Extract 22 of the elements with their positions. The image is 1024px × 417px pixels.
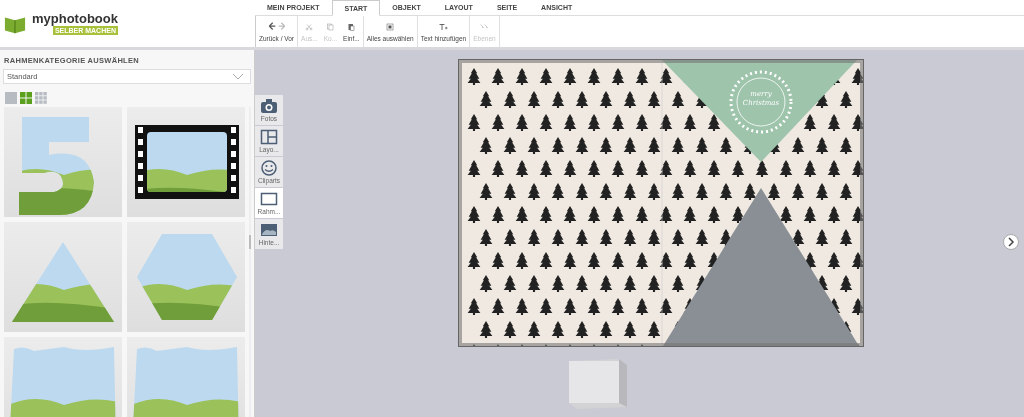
frame-thumbnail[interactable] (127, 107, 245, 217)
layout-icon (260, 129, 278, 145)
grid-size-button[interactable] (19, 91, 33, 105)
chevron-right-icon (1007, 237, 1015, 247)
frame-thumbnail[interactable] (4, 107, 122, 217)
grid-size-button[interactable] (34, 91, 48, 105)
camera-icon (260, 98, 278, 114)
frame-thumbnail[interactable] (4, 337, 122, 417)
frame-thumbnail[interactable] (4, 222, 122, 332)
select-all-icon (384, 21, 397, 33)
frame-thumbnail[interactable] (127, 337, 245, 417)
add-text-icon (437, 21, 450, 33)
chevron-down-icon (232, 72, 244, 81)
landscape-icon (260, 222, 278, 238)
frame-thumbnail[interactable] (127, 222, 245, 332)
copy-icon (324, 21, 337, 33)
frame-icon (260, 191, 278, 207)
grid-size-button[interactable] (4, 91, 18, 105)
wreath-drawing (729, 70, 792, 134)
logo-wordmark: myphotobook (32, 12, 118, 26)
next-page-button[interactable] (1003, 234, 1019, 250)
smiley-icon (260, 160, 278, 176)
